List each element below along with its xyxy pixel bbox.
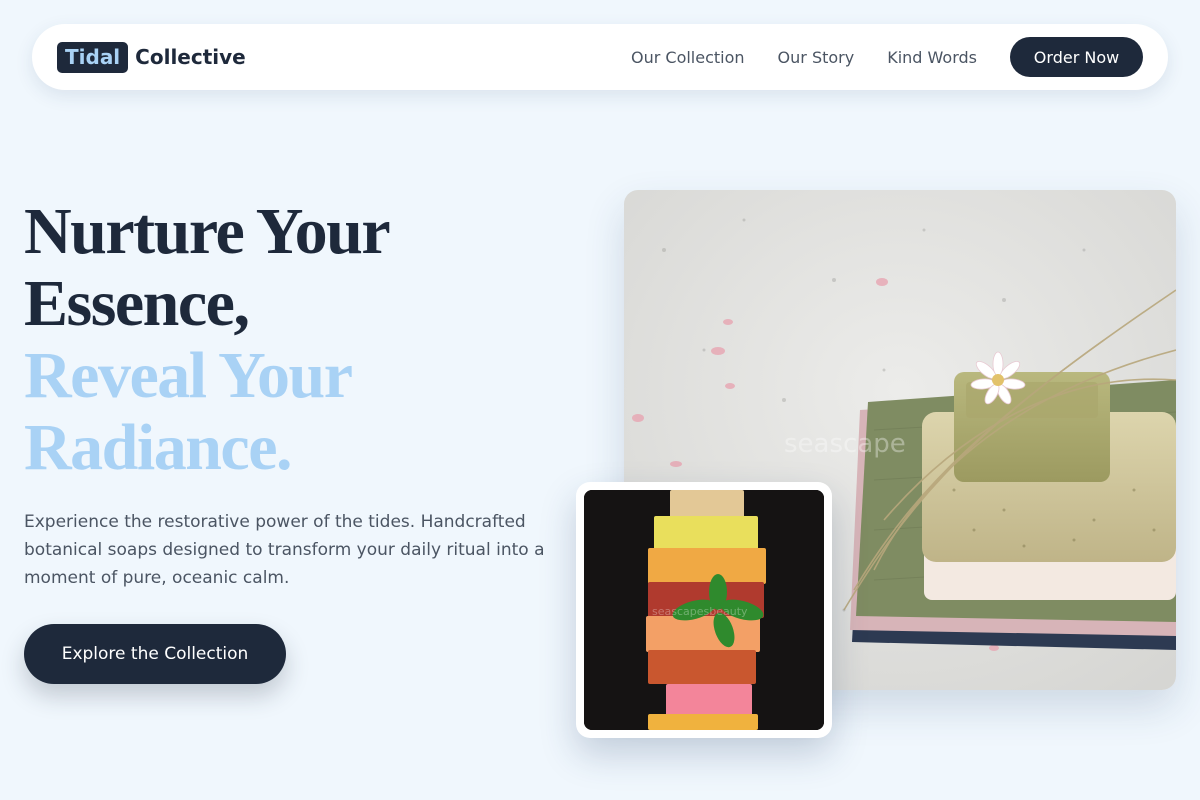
nav-menu: Our Collection Our Story Kind Words Orde… (631, 37, 1143, 77)
hero-headline: Nurture Your Essence, Reveal Your Radian… (24, 196, 584, 484)
small-soap-image: seascapesbeauty (584, 490, 824, 730)
stacked-soaps-illustration: seascapesbeauty (584, 490, 824, 730)
small-soap-image-frame: seascapesbeauty (576, 482, 832, 738)
top-nav: Tidal Collective Our Collection Our Stor… (32, 24, 1168, 90)
logo[interactable]: Tidal Collective (57, 41, 246, 73)
nav-link-our-collection[interactable]: Our Collection (631, 48, 745, 67)
hero-description: Experience the restorative power of the … (24, 512, 545, 588)
nav-link-our-story[interactable]: Our Story (778, 48, 855, 67)
headline-line-4: Radiance. (24, 411, 293, 484)
nav-link-kind-words[interactable]: Kind Words (887, 48, 977, 67)
small-watermark: seascapesbeauty (652, 605, 748, 618)
headline-line-2: Essence, (24, 267, 250, 340)
main-watermark: seascape (784, 429, 906, 459)
headline-line-3: Reveal Your (24, 339, 353, 412)
explore-collection-button[interactable]: Explore the Collection (24, 624, 286, 684)
logo-badge: Tidal (57, 41, 129, 73)
headline-line-1: Nurture Your (24, 195, 391, 268)
logo-text: Collective (135, 45, 246, 69)
order-now-button[interactable]: Order Now (1010, 37, 1143, 77)
